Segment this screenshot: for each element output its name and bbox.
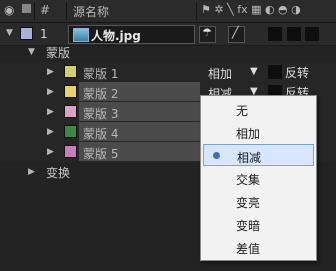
switches-icons: ⚑ ✲ ╲ fx ▦ ◐ ◓ ◑ — [201, 3, 301, 16]
layer-label-color[interactable] — [20, 27, 33, 40]
mask-name[interactable]: 蒙版 1 — [83, 65, 118, 82]
mask-color-swatch[interactable] — [64, 125, 77, 138]
menu-item-subtract[interactable]: 相减 — [203, 144, 314, 166]
transform-expand-triangle-icon[interactable]: ▶ — [28, 167, 35, 177]
frame-blend-switch[interactable] — [287, 27, 301, 41]
layer-index: 1 — [40, 27, 48, 41]
menu-item-difference[interactable]: 差值 — [201, 236, 316, 258]
label-color-icon[interactable] — [22, 2, 31, 16]
menu-item-none[interactable]: 无 — [201, 98, 316, 120]
mask-name[interactable]: 蒙版 2 — [83, 85, 118, 102]
mask-name[interactable]: 蒙版 4 — [83, 125, 118, 142]
mask-expand-triangle-icon[interactable]: ▶ — [47, 67, 54, 77]
effect-switch[interactable] — [268, 27, 282, 41]
selected-bullet-icon — [213, 152, 220, 159]
mask-color-swatch[interactable] — [64, 65, 77, 78]
mask-color-swatch[interactable] — [64, 105, 77, 118]
masks-expand-triangle-icon[interactable]: ▼ — [28, 47, 35, 57]
image-thumbnail-icon — [73, 28, 89, 42]
column-number[interactable]: # — [40, 3, 50, 17]
mask-color-swatch[interactable] — [64, 145, 77, 158]
column-source-name[interactable]: 源名称 — [73, 3, 109, 20]
mask-mode-dropdown-arrow-icon[interactable]: ▼ — [250, 66, 258, 77]
mask-name[interactable]: 蒙版 5 — [83, 145, 118, 162]
menu-item-intersect[interactable]: 交集 — [201, 167, 316, 189]
mask-invert-label: 反转 — [285, 66, 310, 80]
masks-group-label: 蒙版 — [46, 46, 71, 60]
mask-expand-triangle-icon[interactable]: ▶ — [47, 127, 54, 137]
masks-group-row[interactable]: ▼ 蒙版 — [0, 42, 336, 62]
menu-item-add[interactable]: 相加 — [201, 121, 316, 143]
menu-item-lighten[interactable]: 变亮 — [201, 190, 316, 212]
layer-expand-triangle-icon[interactable]: ▼ — [6, 28, 13, 38]
mask-mode-value[interactable]: 相加 — [208, 65, 232, 82]
mask-expand-triangle-icon[interactable]: ▶ — [47, 147, 54, 157]
shy-switch[interactable]: ☂ — [199, 26, 216, 43]
eye-icon[interactable]: ◉ — [4, 3, 14, 17]
transform-group-label: 变换 — [46, 166, 71, 180]
mask-name[interactable]: 蒙版 3 — [83, 105, 118, 122]
mask-expand-triangle-icon[interactable]: ▶ — [47, 107, 54, 117]
mask-invert-checkbox[interactable] — [268, 65, 282, 79]
mask-row[interactable]: ▶ 蒙版 1 相加 ▼ 反转 — [0, 62, 336, 82]
menu-item-darken[interactable]: 变暗 — [201, 213, 316, 235]
mask-color-swatch[interactable] — [64, 85, 77, 98]
timeline-header: ◉ # 源名称 ⚑ ✲ ╲ fx ▦ ◐ ◓ ◑ — [0, 0, 336, 23]
mask-mode-dropdown-menu: 无 相加 相减 交集 变亮 变暗 差值 — [200, 95, 317, 261]
mask-expand-triangle-icon[interactable]: ▶ — [47, 87, 54, 97]
quality-switch[interactable]: ╱ — [228, 26, 245, 43]
motion-blur-switch[interactable] — [305, 27, 319, 41]
